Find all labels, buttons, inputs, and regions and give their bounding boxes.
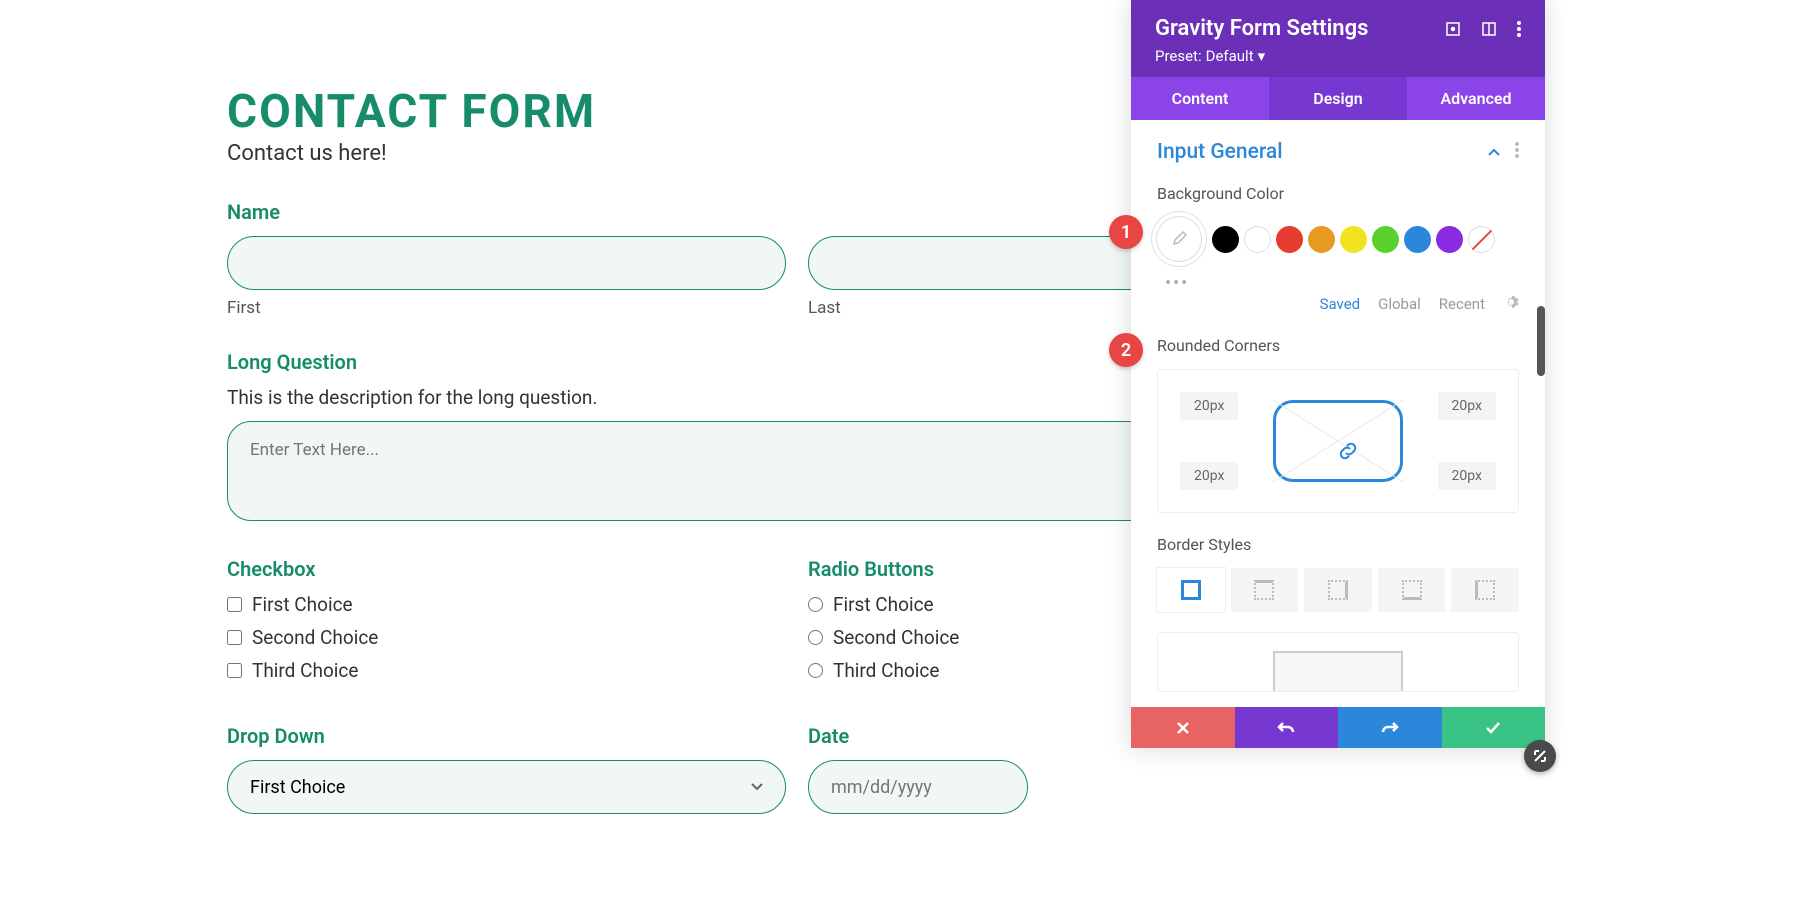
confirm-button[interactable] <box>1442 707 1546 748</box>
border-style-top[interactable] <box>1231 568 1299 612</box>
border-style-all[interactable] <box>1157 568 1225 612</box>
caret-down-icon: ▾ <box>1258 47 1266 65</box>
checkbox-item[interactable]: Third Choice <box>227 659 786 682</box>
color-tab-saved[interactable]: Saved <box>1320 295 1361 313</box>
color-swatch-blue[interactable] <box>1404 226 1431 253</box>
radio-input[interactable] <box>808 630 823 645</box>
color-swatch-purple[interactable] <box>1436 226 1463 253</box>
callout-badge-1: 1 <box>1109 215 1143 249</box>
color-swatch-black[interactable] <box>1212 226 1239 253</box>
preset-selector[interactable]: Preset: Default ▾ <box>1155 47 1521 65</box>
expand-fab[interactable] <box>1524 740 1556 772</box>
border-styles-label: Border Styles <box>1157 535 1519 554</box>
dropdown-label: Drop Down <box>227 724 786 748</box>
checkbox-label: Checkbox <box>227 557 786 581</box>
eyedropper-button[interactable] <box>1157 217 1201 261</box>
undo-button[interactable] <box>1235 707 1339 748</box>
color-swatch-white[interactable] <box>1244 226 1271 253</box>
checkbox-input[interactable] <box>227 663 242 678</box>
border-style-right[interactable] <box>1304 568 1372 612</box>
corners-control: 20px 20px 20px 20px <box>1157 369 1519 513</box>
panel-header: Gravity Form Settings Preset: Default ▾ <box>1131 0 1545 77</box>
panel-body: Input General Background Color ••• Saved <box>1131 120 1545 707</box>
corner-tr-input[interactable]: 20px <box>1438 392 1496 420</box>
color-tab-recent[interactable]: Recent <box>1439 295 1485 313</box>
corners-preview <box>1273 400 1403 482</box>
color-tab-global[interactable]: Global <box>1378 295 1421 313</box>
cancel-button[interactable] <box>1131 707 1235 748</box>
border-preview <box>1157 632 1519 692</box>
checkbox-input[interactable] <box>227 630 242 645</box>
color-swatch-green[interactable] <box>1372 226 1399 253</box>
expand-icon[interactable] <box>1445 21 1461 37</box>
more-horiz-icon[interactable]: ••• <box>1165 273 1519 294</box>
section-title[interactable]: Input General <box>1157 140 1283 164</box>
tab-content[interactable]: Content <box>1131 77 1269 120</box>
panel-tabs: Content Design Advanced <box>1131 77 1545 120</box>
tab-advanced[interactable]: Advanced <box>1407 77 1545 120</box>
corner-tl-input[interactable]: 20px <box>1180 392 1238 420</box>
radio-input[interactable] <box>808 597 823 612</box>
border-style-left[interactable] <box>1451 568 1519 612</box>
chevron-up-icon[interactable] <box>1487 143 1501 162</box>
settings-panel: Gravity Form Settings Preset: Default ▾ … <box>1131 0 1545 748</box>
date-input[interactable] <box>808 760 1028 814</box>
checkbox-input[interactable] <box>227 597 242 612</box>
checkbox-group: Checkbox First Choice Second Choice Thir… <box>227 557 786 692</box>
border-style-bottom[interactable] <box>1378 568 1446 612</box>
first-sublabel: First <box>227 298 786 318</box>
corner-bl-input[interactable]: 20px <box>1180 462 1238 490</box>
color-swatch-none[interactable] <box>1468 226 1495 253</box>
dropdown-select[interactable]: First Choice <box>227 760 786 814</box>
corners-label: Rounded Corners <box>1157 336 1519 355</box>
more-vert-icon[interactable] <box>1515 142 1519 162</box>
color-swatch-red[interactable] <box>1276 226 1303 253</box>
tab-design[interactable]: Design <box>1269 77 1407 120</box>
color-swatch-orange[interactable] <box>1308 226 1335 253</box>
first-name-input[interactable] <box>227 236 786 290</box>
corner-br-input[interactable]: 20px <box>1438 462 1496 490</box>
panel-title: Gravity Form Settings <box>1155 16 1368 41</box>
bg-color-label: Background Color <box>1157 184 1519 203</box>
checkbox-item[interactable]: First Choice <box>227 593 786 616</box>
redo-button[interactable] <box>1338 707 1442 748</box>
scrollbar-thumb[interactable] <box>1537 306 1545 376</box>
gear-icon[interactable] <box>1503 294 1519 314</box>
columns-icon[interactable] <box>1481 21 1497 37</box>
panel-footer <box>1131 707 1545 748</box>
callout-badge-2: 2 <box>1109 333 1143 367</box>
checkbox-item[interactable]: Second Choice <box>227 626 786 649</box>
color-swatch-yellow[interactable] <box>1340 226 1367 253</box>
more-vert-icon[interactable] <box>1517 21 1521 37</box>
dropdown-group: Drop Down First Choice <box>227 724 786 814</box>
radio-input[interactable] <box>808 663 823 678</box>
